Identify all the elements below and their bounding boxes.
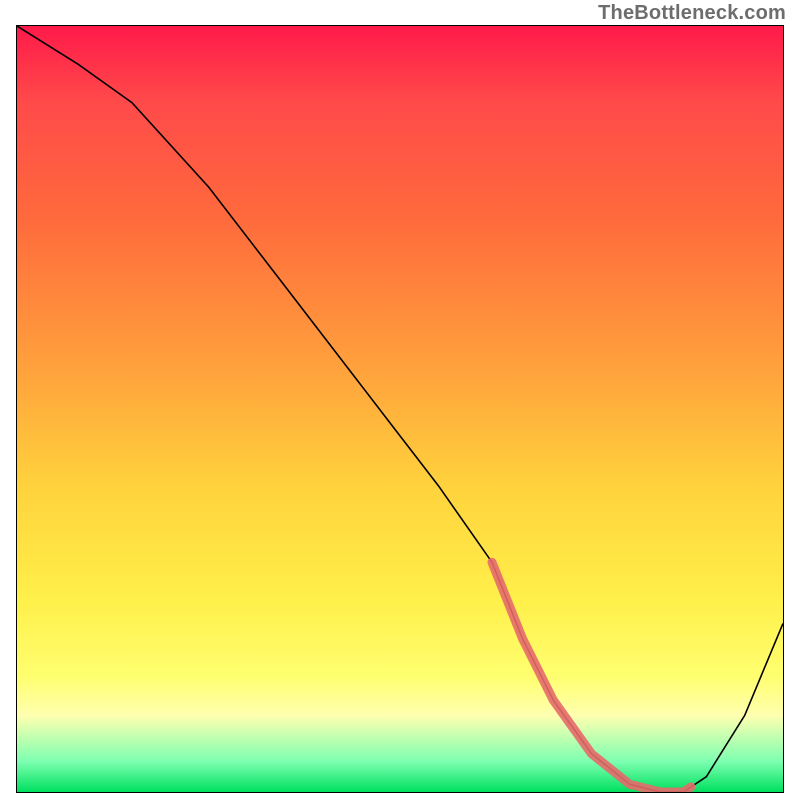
watermark-label: TheBottleneck.com (598, 2, 786, 25)
highlight-band-path (492, 562, 691, 792)
chart-stage: TheBottleneck.com (0, 0, 800, 800)
curve-layer (17, 26, 783, 792)
bottleneck-curve-path (17, 26, 783, 792)
plot-area (16, 25, 784, 793)
